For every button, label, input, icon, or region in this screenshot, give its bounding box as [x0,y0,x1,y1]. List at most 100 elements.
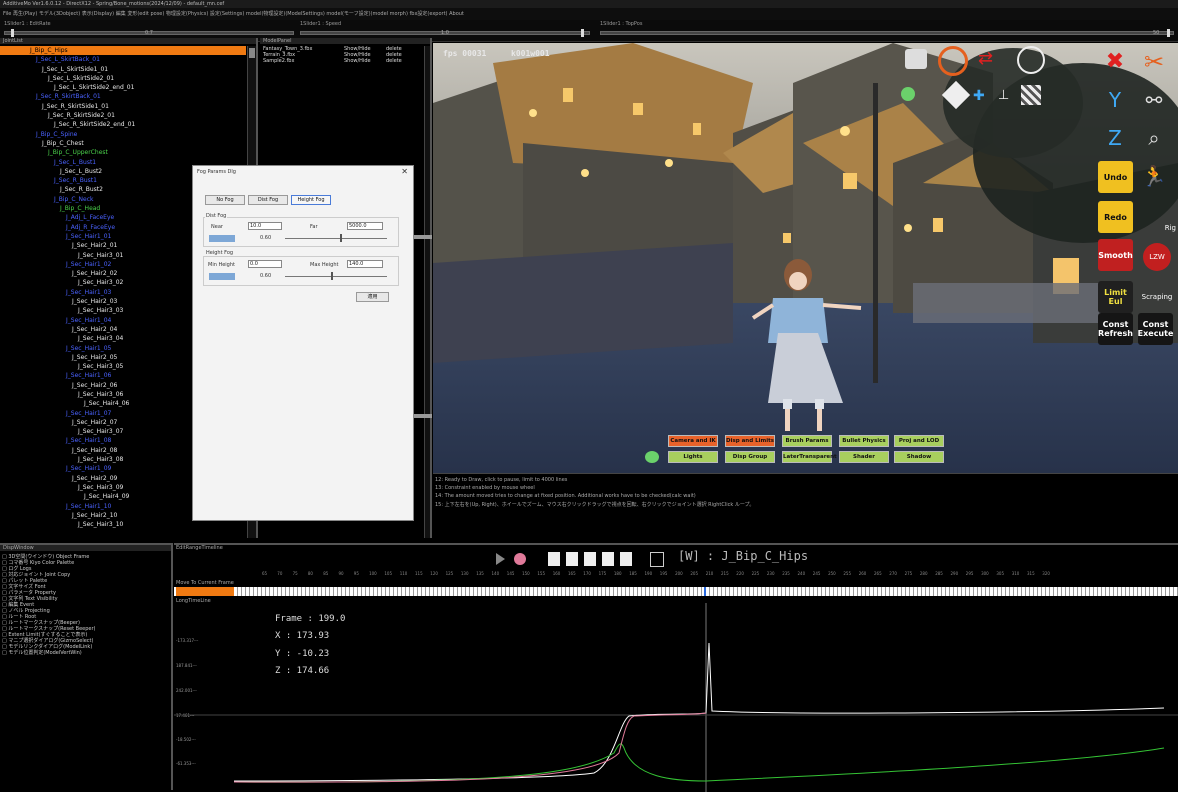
display-option[interactable]: □ モデル位置判定(ModelVertWin) [2,649,82,656]
frame-tick: 215 [721,571,729,576]
frame-tick: 235 [782,571,790,576]
bone-tool-icon[interactable]: ⚯ [1138,85,1170,115]
magnify-icon[interactable]: ⌕ [1138,123,1170,153]
joint-row[interactable]: J_Bip_C_Hips [0,46,246,56]
next-frame-icon[interactable] [602,552,614,566]
no-fog-button[interactable]: No Fog [205,195,245,205]
max-height-input[interactable]: 140.0 [347,260,383,268]
axis-icon[interactable]: ⊥ [998,87,1018,105]
joint-row[interactable]: J_Sec_L_SkirtSide1_01 [0,65,246,74]
frog-small-icon[interactable] [645,451,659,463]
height-fog-slider[interactable] [285,276,387,277]
joint-name: J_Sec_Hair2_02 [72,270,118,278]
far-input[interactable]: 5000.0 [347,222,383,230]
last-frame-icon[interactable] [620,552,632,566]
panel-button[interactable]: Camera and IK [668,435,718,447]
edit-range-timeline[interactable]: EditRangeTimeline [W] : J_Bip_C_Hips 65 7… [174,543,1178,792]
viewport-scene[interactable] [433,43,1178,473]
show-hide-checkbox[interactable]: Show/Hide [344,58,371,64]
model-panel-scrollbar[interactable] [424,46,430,538]
speed-slider[interactable]: 1.0 [300,29,590,37]
rig-button[interactable]: Rig [1138,203,1176,232]
joint-row[interactable]: J_Sec_R_SkirtSide2_01 [0,111,246,120]
dist-fog-color-swatch[interactable] [209,235,235,242]
splitter-handle-2[interactable] [414,414,432,418]
frog-icon[interactable] [901,87,915,101]
menu-items[interactable]: File 再生(Play) モデル(3Dobject) 表示(Display) … [3,11,464,17]
dist-fog-button[interactable]: Dist Fog [248,195,288,205]
command-button[interactable]: Redo [1098,201,1133,233]
joint-row[interactable]: J_Sec_R_SkirtSide2_end_01 [0,120,246,129]
height-fog-slider-thumb[interactable] [331,272,333,280]
curve-graph[interactable] [174,603,1178,792]
panel-button[interactable]: Shader [839,451,889,463]
height-fog-color-swatch[interactable] [209,273,235,280]
first-frame-icon[interactable] [548,552,560,566]
scroll-thumb[interactable] [249,48,255,58]
move-icon[interactable]: ⇄ [978,47,1008,71]
joint-row[interactable]: J_Bip_C_Spine [0,130,246,139]
command-button[interactable]: Smooth [1098,239,1133,271]
tool-icon[interactable]: ✂ [1138,46,1170,78]
record-icon[interactable] [514,553,526,565]
panel-button[interactable]: Brush Params [782,435,832,447]
joint-name: J_Sec_Hair2_06 [72,381,118,389]
command-button[interactable]: Limit Eul [1098,281,1133,313]
stop-icon[interactable] [584,552,596,566]
joint-row[interactable]: J_Bip_C_UpperChest [0,148,246,157]
command-button[interactable]: Const Refresh [1098,313,1133,345]
bone-icon[interactable]: ✚ [973,87,993,105]
joint-name: J_Sec_Hair3_05 [78,363,124,371]
min-height-input[interactable]: 0.0 [248,260,282,268]
joint-row[interactable]: J_Sec_L_SkirtBack_01 [0,55,246,64]
splitter-handle[interactable] [414,235,432,239]
menu-bar[interactable]: File 再生(Play) モデル(3Dobject) 表示(Display) … [0,8,1178,20]
joint-row[interactable]: J_Sec_R_SkirtSide1_01 [0,102,246,111]
panel-button[interactable]: Bullet Physics [839,435,889,447]
move-to-frame-label[interactable]: Move To Current Frame [176,580,234,586]
panel-button[interactable]: Shadow [894,451,944,463]
panel-button[interactable]: LaterTransparent [782,451,837,463]
speed-thumb[interactable] [581,29,584,37]
dist-fog-slider-thumb[interactable] [340,234,342,242]
3d-viewport[interactable]: fps 00031 k001w001 ⇄ ✚ ⊥ ✖ ✂ Y ⚯ Z ⌕ 🏃 R… [433,43,1178,473]
run-icon[interactable]: 🏃 [1138,161,1170,191]
prev-frame-icon[interactable] [566,552,578,566]
height-fog-button[interactable]: Height Fog [291,195,331,205]
joint-row[interactable]: J_Sec_R_SkirtBack_01 [0,92,246,101]
keyframe-strip[interactable] [174,587,1178,596]
joint-name: J_Sec_Hair1_09 [66,465,112,473]
loop-icon[interactable] [650,552,664,567]
close-icon[interactable]: ✕ [401,167,408,176]
panel-button[interactable]: Proj and LOD [894,435,944,447]
timeline-selection[interactable] [176,587,234,596]
dist-fog-slider[interactable] [285,238,387,239]
delete-checkbox[interactable]: delete [386,58,402,64]
joint-row[interactable]: J_Sec_L_SkirtSide2_01 [0,74,246,83]
command-button[interactable]: Undo [1098,161,1133,193]
near-input[interactable]: 10.0 [248,222,282,230]
scraping-button[interactable]: Scraping [1136,283,1178,311]
panel-button[interactable]: Disp Group [725,451,775,463]
model-name[interactable]: Sample2.fbx [263,58,294,64]
joint-row[interactable]: J_Bip_C_Chest [0,139,246,148]
camera-icon[interactable] [905,49,927,69]
lzw-button[interactable]: LZW [1143,243,1171,271]
play-icon[interactable] [496,553,505,565]
toppos-slider[interactable]: 50 [600,29,1174,37]
delete-x-icon[interactable]: ✖ [1099,46,1131,78]
command-button[interactable]: Const Execute [1138,313,1173,345]
zoom-icon[interactable] [1017,46,1045,74]
panel-button[interactable]: Disp and Limits [725,435,775,447]
editrate-slider[interactable]: 0.7 [4,29,294,37]
joint-row[interactable]: J_Sec_Hair3_10 [0,520,246,529]
toppos-thumb[interactable] [1167,29,1170,37]
axis-z-icon[interactable]: Z [1099,123,1131,153]
panel-button[interactable]: Lights [668,451,718,463]
axis-y-icon[interactable]: Y [1099,85,1131,115]
rotate-icon[interactable] [938,46,968,76]
editrate-thumb[interactable] [11,29,14,37]
apply-button[interactable]: 適用 [356,292,389,302]
joint-row[interactable]: J_Sec_L_SkirtSide2_end_01 [0,83,246,92]
grid-icon[interactable] [1021,85,1041,105]
